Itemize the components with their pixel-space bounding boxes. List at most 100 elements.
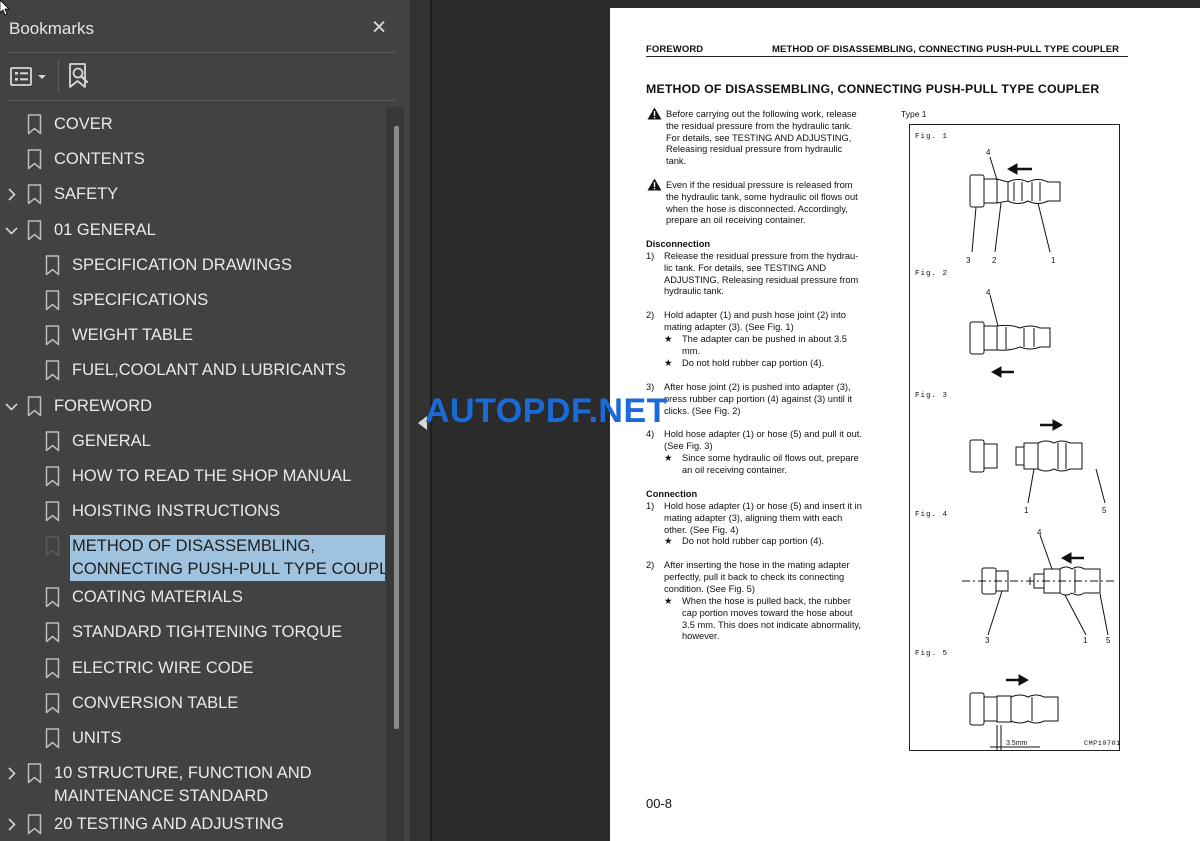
bookmark-label: CONTENTS bbox=[54, 150, 145, 169]
bookmark-item[interactable]: METHOD OF DISASSEMBLING, CONNECTING PUSH-… bbox=[0, 535, 385, 582]
bookmark-item[interactable]: SPECIFICATIONS bbox=[0, 289, 385, 312]
bookmark-label: 20 TESTING AND ADJUSTING bbox=[54, 814, 284, 833]
bookmark-label: GENERAL bbox=[72, 431, 151, 450]
bookmark-ribbon-icon bbox=[45, 501, 60, 522]
bookmark-item[interactable]: UNITS bbox=[0, 727, 385, 750]
star-icon: ★ bbox=[664, 334, 673, 344]
figure-5-drawing bbox=[969, 674, 1059, 750]
step-number: 1) bbox=[646, 251, 655, 261]
bookmark-ribbon-icon bbox=[27, 763, 42, 784]
bookmark-label: SAFETY bbox=[54, 185, 119, 204]
bookmark-ribbon-icon bbox=[27, 184, 42, 205]
bookmark-item[interactable]: WEIGHT TABLE bbox=[0, 324, 385, 347]
bookmark-ribbon-icon bbox=[45, 255, 60, 276]
bookmark-label: STANDARD TIGHTENING TORQUE bbox=[72, 623, 343, 642]
bookmark-label: FUEL,COOLANT AND LUBRICANTS bbox=[72, 361, 346, 380]
list-options-icon bbox=[10, 67, 46, 86]
bookmark-label: ELECTRIC WIRE CODE bbox=[72, 658, 254, 677]
callout-3: 3 bbox=[966, 256, 971, 265]
bookmark-item[interactable]: SAFETY bbox=[0, 183, 385, 206]
header-rule bbox=[646, 56, 1128, 57]
bookmark-item[interactable]: SPECIFICATION DRAWINGS bbox=[0, 254, 385, 277]
chevron-down-icon[interactable] bbox=[3, 219, 21, 242]
callout-4: 4 bbox=[1037, 528, 1042, 537]
bookmark-label: FOREWORD bbox=[54, 396, 153, 415]
bookmark-ribbon-icon bbox=[27, 149, 42, 170]
bookmark-ribbon-icon bbox=[27, 395, 42, 416]
running-header-left: FOREWORD bbox=[646, 44, 704, 55]
disconnection-heading: Disconnection bbox=[646, 239, 711, 249]
watermark: AUTOPDF.NET bbox=[425, 392, 668, 430]
dimension-label: 3.5mm bbox=[1006, 740, 1028, 747]
section-title: METHOD OF DISASSEMBLING, CONNECTING PUSH… bbox=[646, 82, 1100, 96]
figure-type-label: Type 1 bbox=[901, 109, 927, 119]
figure-2-drawing bbox=[969, 294, 1051, 378]
chevron-down-icon[interactable] bbox=[3, 395, 21, 418]
bookmark-item[interactable]: HOISTING INSTRUCTIONS bbox=[0, 500, 385, 523]
bookmark-ribbon-icon bbox=[45, 657, 60, 678]
bookmark-ribbon-icon bbox=[45, 325, 60, 346]
bookmark-item[interactable]: CONTENTS bbox=[0, 148, 385, 171]
figure-1-drawing bbox=[969, 156, 1061, 253]
bookmark-item[interactable]: ELECTRIC WIRE CODE bbox=[0, 657, 385, 680]
callout-1: 1 bbox=[1083, 636, 1088, 645]
warning-icon bbox=[647, 178, 662, 191]
callout-5: 5 bbox=[1106, 636, 1111, 645]
bookmark-ribbon-icon bbox=[45, 431, 60, 452]
bookmark-options-button[interactable] bbox=[9, 63, 49, 91]
bookmark-item[interactable]: 01 GENERAL bbox=[0, 219, 385, 242]
step-number: 1) bbox=[646, 501, 655, 511]
bookmark-item[interactable]: STANDARD TIGHTENING TORQUE bbox=[0, 621, 385, 644]
bookmark-ribbon-icon bbox=[45, 692, 60, 713]
running-header-right: METHOD OF DISASSEMBLING, CONNECTING PUSH… bbox=[772, 44, 1120, 55]
bookmark-ribbon-icon bbox=[45, 728, 60, 749]
scrollbar-thumb[interactable] bbox=[394, 126, 399, 729]
connection-step-2-note: When the hose is pulled back, the rubber… bbox=[682, 596, 861, 642]
bookmark-item[interactable]: GENERAL bbox=[0, 430, 385, 453]
bookmark-ribbon-icon bbox=[45, 587, 60, 608]
chevron-right-icon[interactable] bbox=[3, 813, 21, 836]
bookmark-item[interactable]: COVER bbox=[0, 113, 385, 136]
connection-step-1: Hold hose adapter (1) or hose (5) and in… bbox=[664, 501, 862, 535]
bookmark-label: UNITS bbox=[72, 728, 122, 747]
bookmark-item[interactable]: FOREWORD bbox=[0, 395, 385, 418]
bookmark-tree: COVER CONTENTS SAFETY 01 GENERAL SPECIFICATI… bbox=[0, 107, 385, 841]
connection-step-2: After inserting the hose in the mating a… bbox=[664, 560, 850, 594]
bookmark-item[interactable]: FUEL,COOLANT AND LUBRICANTS bbox=[0, 359, 385, 382]
step-number: 2) bbox=[646, 310, 655, 320]
mouse-cursor-icon bbox=[0, 0, 10, 16]
star-icon: ★ bbox=[664, 536, 673, 546]
bookmark-item[interactable]: HOW TO READ THE SHOP MANUAL bbox=[0, 465, 385, 488]
page-number: 00-8 bbox=[646, 796, 673, 811]
disconnection-step-2: Hold adapter (1) and push hose joint (2)… bbox=[664, 310, 846, 332]
connection-step-1-note: Do not hold rubber cap portion (4). bbox=[682, 536, 825, 546]
callout-4: 4 bbox=[986, 288, 991, 297]
warning-text-2: Even if the residual pressure is release… bbox=[666, 180, 858, 226]
callout-1: 1 bbox=[1024, 506, 1029, 515]
bookmark-ribbon-icon bbox=[45, 360, 60, 381]
panel-title: Bookmarks bbox=[9, 19, 95, 38]
divider bbox=[8, 52, 396, 53]
close-icon: × bbox=[371, 13, 387, 41]
bookmark-label: HOW TO READ THE SHOP MANUAL bbox=[72, 467, 352, 485]
bookmark-item[interactable]: COATING MATERIALS bbox=[0, 586, 385, 609]
callout-2: 2 bbox=[992, 256, 997, 265]
disconnection-step-1: Release the residual pressure from the h… bbox=[664, 251, 859, 297]
chevron-right-icon[interactable] bbox=[3, 762, 21, 785]
bookmark-item[interactable]: 20 TESTING AND ADJUSTING bbox=[0, 813, 385, 836]
bookmark-item[interactable]: 10 STRUCTURE, FUNCTION AND MAINTENANCE ST… bbox=[0, 762, 385, 808]
bookmark-label: METHOD OF DISASSEMBLING, CONNECTING PUSH-… bbox=[72, 537, 385, 579]
disconnection-step-3: After hose joint (2) is pushed into adap… bbox=[664, 382, 853, 416]
bookmark-item[interactable]: CONVERSION TABLE bbox=[0, 692, 385, 715]
disconnection-step-4: Hold hose adapter (1) or hose (5) and pu… bbox=[664, 429, 862, 451]
chevron-right-icon[interactable] bbox=[3, 183, 21, 206]
bookmark-label: HOISTING INSTRUCTIONS bbox=[72, 502, 281, 521]
close-panel-button[interactable]: × bbox=[368, 13, 390, 41]
bookmark-label: WEIGHT TABLE bbox=[72, 326, 194, 345]
callout-1: 1 bbox=[1051, 256, 1056, 265]
pdf-page: FOREWORD METHOD OF DISASSEMBLING, CONNEC… bbox=[610, 8, 1200, 841]
disconnection-step-2-note-2: Do not hold rubber cap portion (4). bbox=[682, 358, 825, 368]
disconnection-step-4-note: Since some hydraulic oil flows out, prep… bbox=[682, 453, 859, 475]
find-bookmark-button[interactable] bbox=[66, 61, 96, 91]
star-icon: ★ bbox=[664, 596, 673, 606]
